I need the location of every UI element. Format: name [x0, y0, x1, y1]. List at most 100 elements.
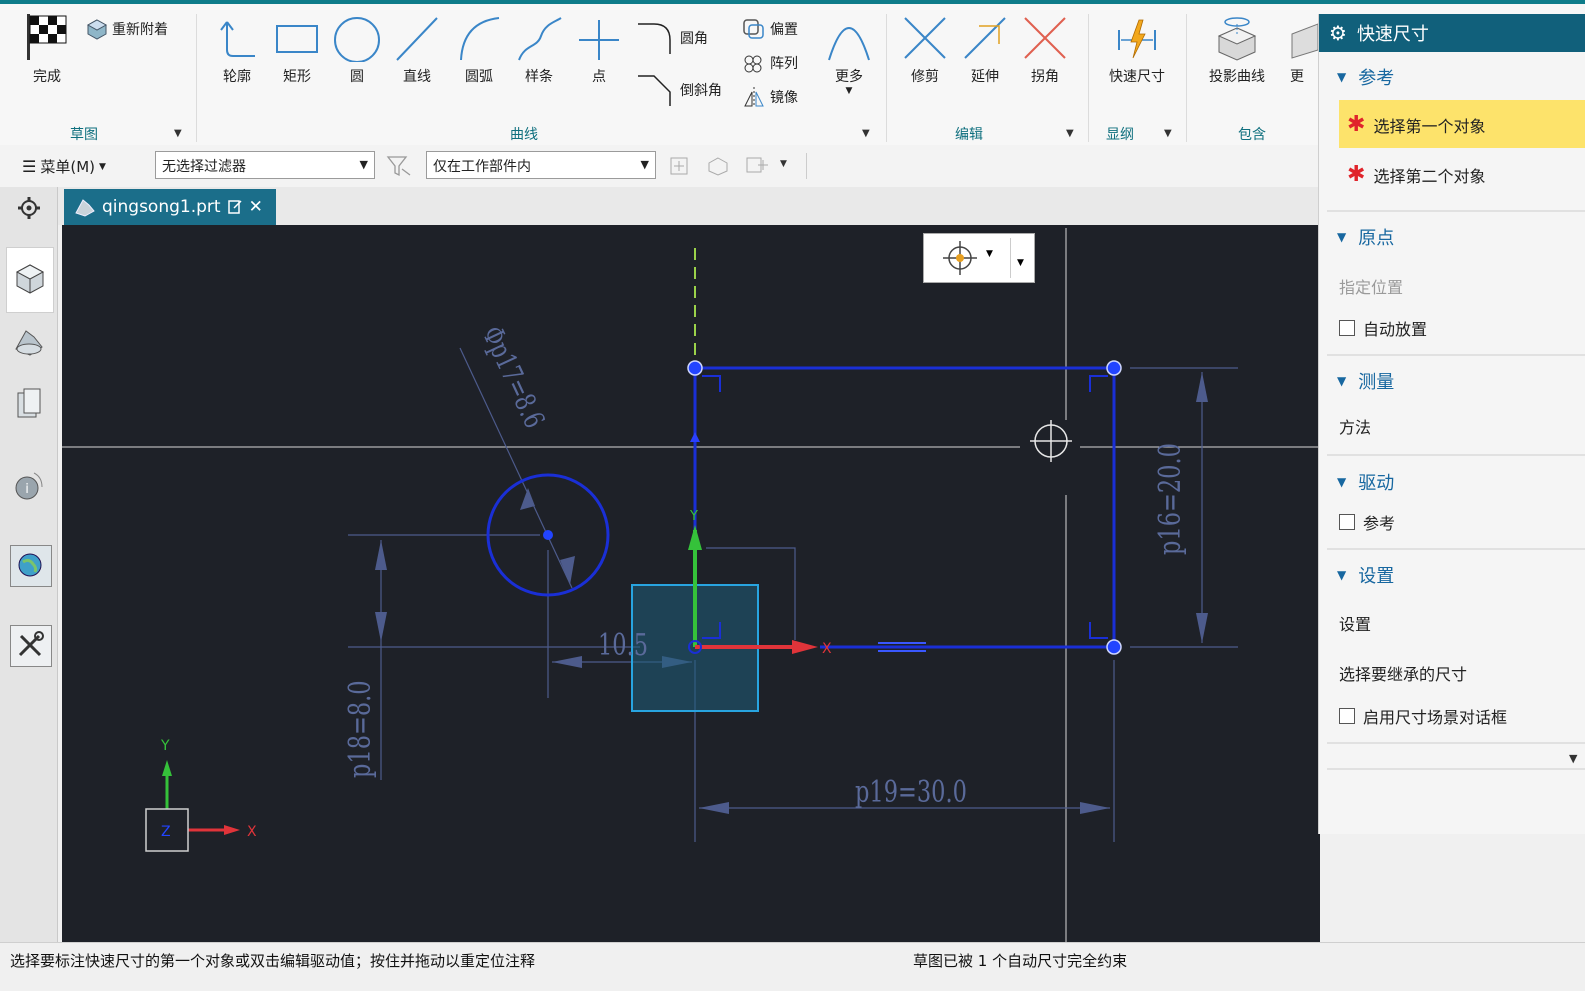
dimension-p19[interactable]: p19=30.0	[855, 775, 967, 810]
extend-button[interactable]: 延伸	[958, 14, 1012, 86]
select-features-icon[interactable]	[744, 155, 770, 177]
snap-more-icon[interactable]: ▼	[1017, 258, 1024, 268]
collapse-caret-icon: ▼	[1337, 230, 1347, 244]
web-browser-tab[interactable]	[10, 545, 52, 587]
constraint-navigator-icon[interactable]	[12, 387, 46, 421]
circle-center-point[interactable]	[543, 530, 553, 540]
arc-icon	[460, 17, 500, 61]
selection-scope-dropdown[interactable]: 仅在工作部件内 ▼	[426, 151, 656, 179]
close-tab-icon[interactable]: ✕	[249, 197, 263, 217]
pattern-label: 阵列	[770, 56, 798, 72]
edit-group-dropdown-icon[interactable]: ▼	[1066, 128, 1074, 139]
settings-row[interactable]: 设置	[1339, 611, 1371, 635]
dimension-p18[interactable]: p18=8.0	[343, 680, 378, 778]
rapid-dimension-icon	[1118, 19, 1156, 59]
sketch-canvas[interactable]: Y X p16=20.0 p19=30.0 p18=8.0 10.5 Φp17=…	[62, 225, 1320, 942]
filter-reset-icon[interactable]	[386, 155, 412, 177]
offset-label: 偏置	[770, 22, 798, 38]
chamfer-button[interactable]: 倒斜角	[636, 72, 722, 108]
status-message: 草图已被 1 个自动尺寸完全约束	[913, 952, 1128, 970]
dimension-p17-diameter[interactable]: Φp17=8.6	[476, 321, 552, 433]
section-origin-header[interactable]: ▼ 原点	[1337, 224, 1394, 250]
fillet-icon	[638, 23, 671, 54]
selection-scope-value: 仅在工作部件内	[433, 159, 531, 175]
mirror-icon	[744, 87, 764, 107]
enable-dialog-checkbox-row[interactable]: 启用尺寸场景对话框	[1339, 704, 1507, 728]
reference-checkbox-row[interactable]: 参考	[1339, 510, 1395, 534]
offset-button[interactable]: 偏置	[742, 18, 798, 40]
point-button[interactable]: 点	[572, 14, 626, 86]
dimension-group-dropdown-icon[interactable]: ▼	[1164, 128, 1172, 139]
auto-place-checkbox[interactable]	[1339, 320, 1355, 336]
line-icon	[396, 17, 438, 61]
section-reference-header[interactable]: ▼ 参考	[1337, 64, 1394, 90]
select-second-object-row[interactable]: ✱ 选择第二个对象	[1339, 152, 1585, 194]
finish-label: 完成	[33, 69, 61, 85]
project-curve-button[interactable]: 投影曲线	[1198, 14, 1276, 86]
dimension-p16[interactable]: p16=20.0	[1153, 443, 1188, 555]
more-include-icon	[1291, 23, 1318, 59]
select-bodies-icon[interactable]	[706, 155, 732, 177]
rectangle-button[interactable]: 矩形	[270, 14, 324, 86]
settings-gear-icon[interactable]	[12, 191, 46, 225]
corner-button[interactable]: 拐角	[1018, 14, 1072, 86]
selection-filter-dropdown[interactable]: 无选择过滤器 ▼	[155, 151, 375, 179]
curve-group-dropdown-icon[interactable]: ▼	[862, 128, 870, 139]
spline-button[interactable]: 样条	[512, 14, 566, 86]
group-separator	[886, 14, 887, 142]
finish-sketch-button[interactable]: 完成	[18, 12, 76, 86]
sketch-y-label: Y	[689, 509, 698, 524]
rapid-dimension-button[interactable]: 快速尺寸	[1100, 14, 1174, 86]
more-curves-button[interactable]: 更多 ▼	[822, 14, 876, 96]
auto-place-label: 自动放置	[1363, 320, 1428, 339]
reattach-button[interactable]: 重新附着	[86, 18, 168, 40]
auto-place-checkbox-row[interactable]: 自动放置	[1339, 316, 1427, 340]
trim-button[interactable]: 修剪	[898, 14, 952, 86]
pattern-button[interactable]: 阵列	[742, 52, 798, 74]
snap-select-icon[interactable]	[668, 155, 694, 177]
section-settings-header[interactable]: ▼ 设置	[1337, 562, 1394, 588]
method-row[interactable]: 方法	[1339, 414, 1371, 438]
x-axis-arrow-icon	[792, 640, 818, 654]
fillet-button[interactable]: 圆角	[636, 20, 708, 56]
enable-dialog-checkbox[interactable]	[1339, 708, 1355, 724]
document-tab-title: qingsong1.prt	[102, 197, 221, 217]
document-tab[interactable]: qingsong1.prt ✕	[64, 189, 276, 225]
more-include-button[interactable]: 更	[1290, 14, 1318, 86]
trim-label: 修剪	[911, 69, 939, 85]
profile-button[interactable]: 轮廓	[210, 14, 264, 86]
roles-tab[interactable]	[10, 625, 52, 667]
group-sketch-label: 草图	[70, 127, 98, 143]
pattern-icon	[744, 55, 762, 73]
arc-button[interactable]: 圆弧	[452, 14, 506, 86]
snap-dropdown-icon[interactable]: ▼	[986, 249, 993, 259]
part-navigator-tab[interactable]	[6, 247, 54, 313]
corner-icon	[1024, 17, 1066, 59]
collapse-caret-icon: ▼	[1337, 475, 1347, 489]
inherit-dimension-row[interactable]: 选择要继承的尺寸	[1339, 661, 1467, 685]
gear-icon[interactable]: ⚙	[1329, 21, 1347, 45]
select-dropdown-icon[interactable]: ▼	[780, 159, 787, 169]
menu-button[interactable]: ☰ 菜单(M) ▼	[22, 156, 106, 177]
triad-y-label: Y	[160, 738, 170, 754]
assembly-navigator-icon[interactable]	[12, 325, 46, 359]
dimension-preview-value[interactable]: 10.5	[598, 628, 648, 663]
section-measure-header[interactable]: ▼ 测量	[1337, 368, 1394, 394]
snap-point-icon[interactable]	[940, 238, 980, 278]
section-reference-title: 参考	[1358, 68, 1395, 89]
reference-checkbox[interactable]	[1339, 514, 1355, 530]
graphics-window[interactable]: Y X p16=20.0 p19=30.0 p18=8.0 10.5 Φp17=…	[62, 225, 1320, 942]
dialog-title-bar[interactable]: ⚙ 快速尺寸	[1319, 14, 1585, 52]
group-curve-label: 曲线	[510, 127, 538, 143]
line-button[interactable]: 直线	[390, 14, 444, 86]
select-first-object-row[interactable]: ✱ 选择第一个对象	[1339, 100, 1585, 148]
sketch-group-dropdown-icon[interactable]: ▼	[174, 128, 182, 139]
snap-separator	[1010, 238, 1011, 278]
history-info-icon[interactable]: i	[12, 469, 46, 503]
dimension-lines	[348, 347, 1238, 842]
dimension-arrowheads	[375, 372, 1208, 814]
circle-button[interactable]: 圆	[330, 14, 384, 86]
more-options-chevron-icon[interactable]: ▼	[1569, 752, 1577, 765]
section-driving-header[interactable]: ▼ 驱动	[1337, 469, 1394, 495]
mirror-button[interactable]: 镜像	[742, 86, 798, 108]
